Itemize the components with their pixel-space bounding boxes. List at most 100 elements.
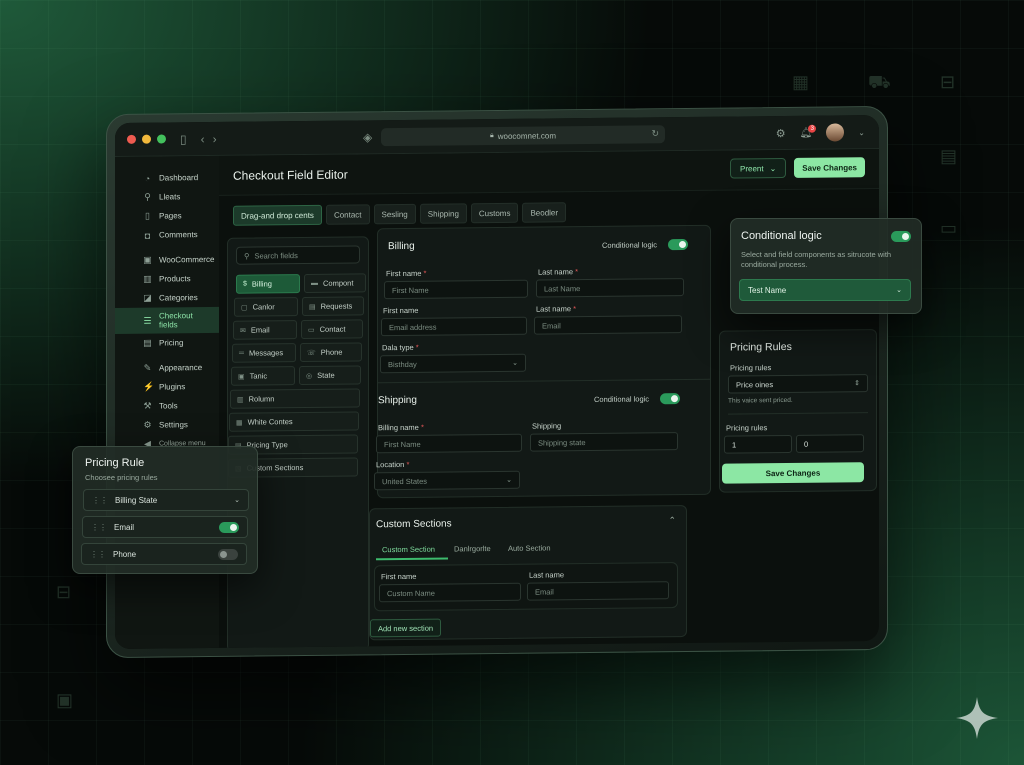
field-chip-rolumn[interactable]: ▥ Rolumn bbox=[230, 388, 360, 409]
tab-shipping[interactable]: Shipping bbox=[419, 203, 467, 224]
pricing-rule-card: Pricing Rule Choosee pricing rules ⋮⋮ Bi… bbox=[72, 446, 258, 574]
field-chip-compont[interactable]: ▬ Compont bbox=[304, 273, 366, 294]
pricing-save-changes-button[interactable]: Save Changes bbox=[722, 462, 864, 484]
settings-icon[interactable]: ⚙ bbox=[776, 126, 786, 139]
field-chip-tanic[interactable]: ▣ Tanic bbox=[231, 366, 295, 386]
tab-auto-section[interactable]: Auto Section bbox=[508, 543, 551, 552]
field-chip-messages[interactable]: ═ Messages bbox=[232, 343, 296, 363]
tab-customs[interactable]: Customs bbox=[470, 202, 519, 224]
list-icon: ☰ bbox=[143, 315, 152, 326]
first-name-input[interactable]: First Name bbox=[384, 279, 528, 300]
device-frame: ▯ ‹ › ◈ 🔒︎ woocomnet.com ↻ ⚙ 🔔︎ 3 ⌄ ◔ Dash… bbox=[106, 105, 888, 659]
back-icon[interactable]: ‹ bbox=[201, 132, 205, 146]
sidebar-item-categories[interactable]: ◪ Categories bbox=[115, 288, 219, 308]
phone-rule-toggle[interactable] bbox=[218, 549, 238, 560]
custom-email-input[interactable]: Email bbox=[527, 581, 669, 601]
search-input[interactable]: ⚲ Search fields bbox=[236, 245, 360, 265]
page-title: Checkout Field Editor bbox=[233, 167, 348, 183]
sidebar-item-dashboard[interactable]: ◔ Dashboard bbox=[115, 168, 219, 188]
shipping-conditional-label: Conditional logic bbox=[594, 394, 650, 404]
chevron-down-icon: ⌄ bbox=[506, 476, 512, 484]
phone-rule-row[interactable]: ⋮⋮ Phone bbox=[81, 543, 247, 565]
notification-icon[interactable]: 🔔︎ 3 bbox=[800, 124, 817, 138]
field-chip-email[interactable]: ✉ Email bbox=[233, 320, 297, 340]
avatar[interactable] bbox=[826, 123, 845, 142]
field-chip-white-contes[interactable]: ▦ White Contes bbox=[229, 411, 359, 432]
data-type-select[interactable]: Bisthday ⌄ bbox=[380, 353, 526, 374]
sidebar-item-comments[interactable]: ◘ Comments bbox=[115, 225, 219, 245]
min-price-input[interactable]: 1 bbox=[724, 434, 792, 454]
email-input[interactable]: Email bbox=[534, 315, 682, 335]
billing-state-select[interactable]: ⋮⋮ Billing State ⌄ bbox=[83, 489, 249, 511]
settings-icon: ⚙ bbox=[143, 419, 152, 430]
field-chip-state[interactable]: ◎ State bbox=[299, 365, 361, 386]
phone-icon: ☏ bbox=[307, 349, 316, 357]
sidebar-item-products[interactable]: ▥ Products bbox=[115, 269, 219, 289]
sidebar-item-settings[interactable]: ⚙ Settings bbox=[115, 415, 219, 435]
sidebar-item-pages[interactable]: ▯ Pages bbox=[115, 206, 219, 226]
sidebar-item-checkout-fields[interactable]: ☰ Checkout fields bbox=[115, 306, 219, 335]
tab-beodler[interactable]: Beodler bbox=[522, 202, 567, 223]
address-bar[interactable]: 🔒︎ woocomnet.com ↻ bbox=[381, 125, 665, 147]
minimize-window-button[interactable] bbox=[142, 134, 151, 144]
mail-icon: ✉ bbox=[240, 327, 246, 335]
field-chip-canlor[interactable]: ▢ Canlor bbox=[234, 297, 298, 317]
field-chip-contact[interactable]: ▭ Contact bbox=[301, 319, 363, 340]
sidebar-item-tools[interactable]: ⚒ Tools bbox=[115, 396, 219, 416]
location-select[interactable]: United States ⌄ bbox=[374, 470, 520, 491]
tab-contact[interactable]: Contact bbox=[325, 204, 370, 225]
max-price-input[interactable]: 0 bbox=[796, 434, 864, 453]
field-chip-phone[interactable]: ☏ Phone bbox=[300, 342, 362, 363]
pricing-rules-select[interactable]: Price oines ⇕ bbox=[728, 374, 868, 394]
email-rule-toggle[interactable] bbox=[219, 522, 239, 533]
sparkle-icon bbox=[956, 697, 998, 739]
add-new-section-button[interactable]: Add new section bbox=[370, 618, 442, 638]
sidebar-item-woocommerce[interactable]: ▣ WooCommerce bbox=[115, 250, 219, 270]
reload-icon[interactable]: ↻ bbox=[651, 128, 659, 139]
page-icon: ▯ bbox=[145, 210, 150, 221]
sidebar-item-lleats[interactable]: ⚲ Lleats bbox=[115, 187, 219, 207]
store-icon: ▦ bbox=[792, 72, 810, 92]
pricing-rule-subtitle: Choosee pricing rules bbox=[85, 473, 158, 482]
sidebar-toggle-icon[interactable]: ▯ bbox=[180, 132, 187, 146]
minus-icon: ▬ bbox=[311, 279, 318, 287]
chevron-up-icon[interactable]: ⌃ bbox=[668, 515, 676, 526]
section-divider bbox=[378, 378, 710, 384]
tab-sesling[interactable]: Sesling bbox=[373, 203, 416, 225]
shipping-state-input[interactable]: Shipping state bbox=[530, 432, 678, 452]
shipping-conditional-toggle[interactable] bbox=[660, 393, 680, 405]
custom-last-name-label: Last name bbox=[529, 570, 565, 580]
save-changes-button[interactable]: Save Changes bbox=[794, 157, 865, 178]
preset-dropdown[interactable]: Preent ⌄ bbox=[730, 157, 787, 179]
conditional-logic-toggle[interactable] bbox=[891, 231, 911, 242]
email-address-input[interactable]: Email address bbox=[381, 316, 527, 337]
drag-handle-icon[interactable]: ⋮⋮ bbox=[90, 550, 106, 559]
tab-drag-and-drop[interactable]: Drag-and drop cents bbox=[233, 204, 322, 226]
forward-icon[interactable]: › bbox=[213, 131, 217, 145]
conditional-logic-description: Select and field components as sitrucote… bbox=[741, 250, 892, 269]
field-chip-billing[interactable]: $ Billing bbox=[236, 274, 300, 294]
custom-name-input[interactable]: Custom Name bbox=[379, 582, 521, 603]
chevron-down-icon: ⌄ bbox=[512, 359, 518, 367]
billing-name-input[interactable]: First Name bbox=[376, 433, 522, 454]
drag-handle-icon[interactable]: ⋮⋮ bbox=[92, 496, 108, 505]
field-chip-requests[interactable]: ▤ Requests bbox=[302, 296, 364, 317]
last-name-input[interactable]: Last Name bbox=[536, 278, 684, 298]
billing-conditional-toggle[interactable] bbox=[668, 238, 688, 251]
sidebar-item-pricing[interactable]: ▤ Pricing bbox=[115, 333, 219, 353]
close-window-button[interactable] bbox=[127, 134, 136, 144]
tab-custom-section[interactable]: Custom Section bbox=[382, 545, 435, 555]
email-rule-row[interactable]: ⋮⋮ Email bbox=[82, 516, 248, 538]
doc-icon: ▤ bbox=[309, 303, 316, 311]
card-icon: ▭ bbox=[940, 218, 958, 238]
chevron-down-icon[interactable]: ⌄ bbox=[858, 128, 865, 137]
tab-danlrgorlte[interactable]: Danlrgorlte bbox=[454, 544, 491, 553]
chevron-down-icon: ⌄ bbox=[896, 287, 902, 294]
maximize-window-button[interactable] bbox=[157, 134, 166, 144]
conditional-logic-card: Conditional logic Select and field compo… bbox=[730, 218, 922, 314]
drag-handle-icon[interactable]: ⋮⋮ bbox=[91, 523, 107, 532]
sidebar-item-plugins[interactable]: ⚡ Plugins bbox=[115, 377, 219, 397]
pricing-rules-title: Pricing Rules bbox=[730, 340, 792, 354]
conditional-field-select[interactable]: Test Name ⌄ bbox=[739, 279, 911, 301]
sidebar-item-appearance[interactable]: ✎ Appearance bbox=[115, 358, 219, 378]
